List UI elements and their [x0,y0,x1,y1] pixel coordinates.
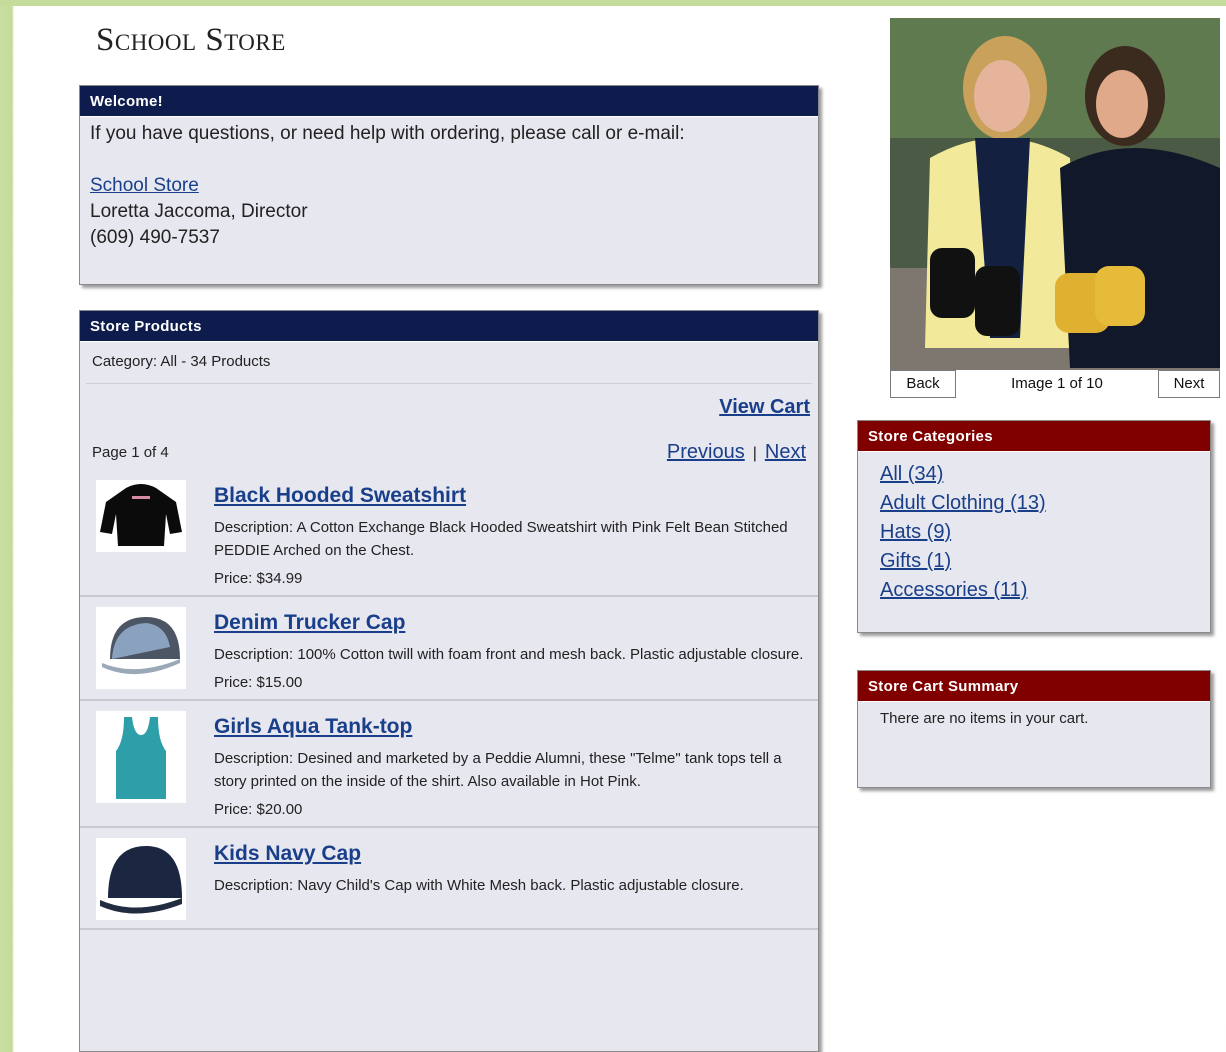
welcome-intro: If you have questions, or need help with… [90,123,685,144]
product-item: Girls Aqua Tank-top Description: Desined… [80,701,818,828]
director-name: Loretta Jaccoma, Director [90,201,308,222]
gallery-controls: Back Image 1 of 10 Next [890,370,1220,398]
category-link-adult-clothing[interactable]: Adult Clothing (13) [880,492,1046,514]
hoodie-icon [96,480,186,552]
category-link-accessories[interactable]: Accessories (11) [880,579,1027,601]
product-thumb-navy-cap[interactable] [96,838,186,920]
product-item: Kids Navy Cap Description: Navy Child's … [80,828,818,930]
category-link-all[interactable]: All (34) [880,463,943,485]
product-name-link[interactable]: Black Hooded Sweatshirt [214,484,466,508]
site-title: School Store [96,22,286,58]
product-thumb-sweatshirt[interactable] [96,480,186,552]
category-link-gifts[interactable]: Gifts (1) [880,550,951,572]
students-photo [890,18,1220,370]
gallery-back-button[interactable]: Back [890,370,956,398]
product-name-link[interactable]: Kids Navy Cap [214,842,361,866]
cap-icon [96,838,186,920]
school-store-link[interactable]: School Store [90,175,199,196]
store-products-panel: Store Products Category: All - 34 Produc… [79,310,819,1052]
product-description: Description: A Cotton Exchange Black Hoo… [214,519,788,559]
cart-summary-header: Store Cart Summary [858,671,1210,702]
store-products-header: Store Products [80,311,818,342]
pager: Page 1 of 4 Previous | Next [92,440,806,463]
gallery-next-button[interactable]: Next [1158,370,1220,398]
product-price: Price: $15.00 [214,674,303,691]
store-categories-header: Store Categories [858,421,1210,452]
product-description: Description: Navy Child's Cap with White… [214,877,744,894]
product-description: Description: 100% Cotton twill with foam… [214,646,804,663]
cart-summary-panel: Store Cart Summary There are no items in… [857,670,1211,788]
page-indicator: Page 1 of 4 [92,443,169,461]
category-summary: Category: All - 34 Products [92,353,271,370]
product-item: Denim Trucker Cap Description: 100% Cott… [80,597,818,701]
cart-empty-message: There are no items in your cart. [880,710,1089,727]
welcome-header: Welcome! [80,86,818,117]
product-thumb-tank-top[interactable] [96,711,186,803]
product-price: Price: $34.99 [214,570,303,587]
product-thumb-trucker-cap[interactable] [96,607,186,689]
gallery-photo [890,18,1220,370]
tank-top-icon [96,711,186,803]
product-description: Description: Desined and marketed by a P… [214,750,782,790]
store-categories-panel: Store Categories All (34) Adult Clothing… [857,420,1211,633]
product-item: Black Hooded Sweatshirt Description: A C… [80,470,818,597]
previous-link[interactable]: Previous [667,441,745,463]
product-price: Price: $20.00 [214,801,303,818]
phone-number: (609) 490-7537 [90,227,220,248]
product-name-link[interactable]: Denim Trucker Cap [214,611,405,635]
cap-icon [96,607,186,689]
view-cart-link[interactable]: View Cart [719,396,810,418]
welcome-panel: Welcome! If you have questions, or need … [79,85,819,285]
gallery-counter: Image 1 of 10 [1011,375,1103,392]
next-link[interactable]: Next [765,441,806,463]
category-link-hats[interactable]: Hats (9) [880,521,951,543]
product-name-link[interactable]: Girls Aqua Tank-top [214,715,412,739]
